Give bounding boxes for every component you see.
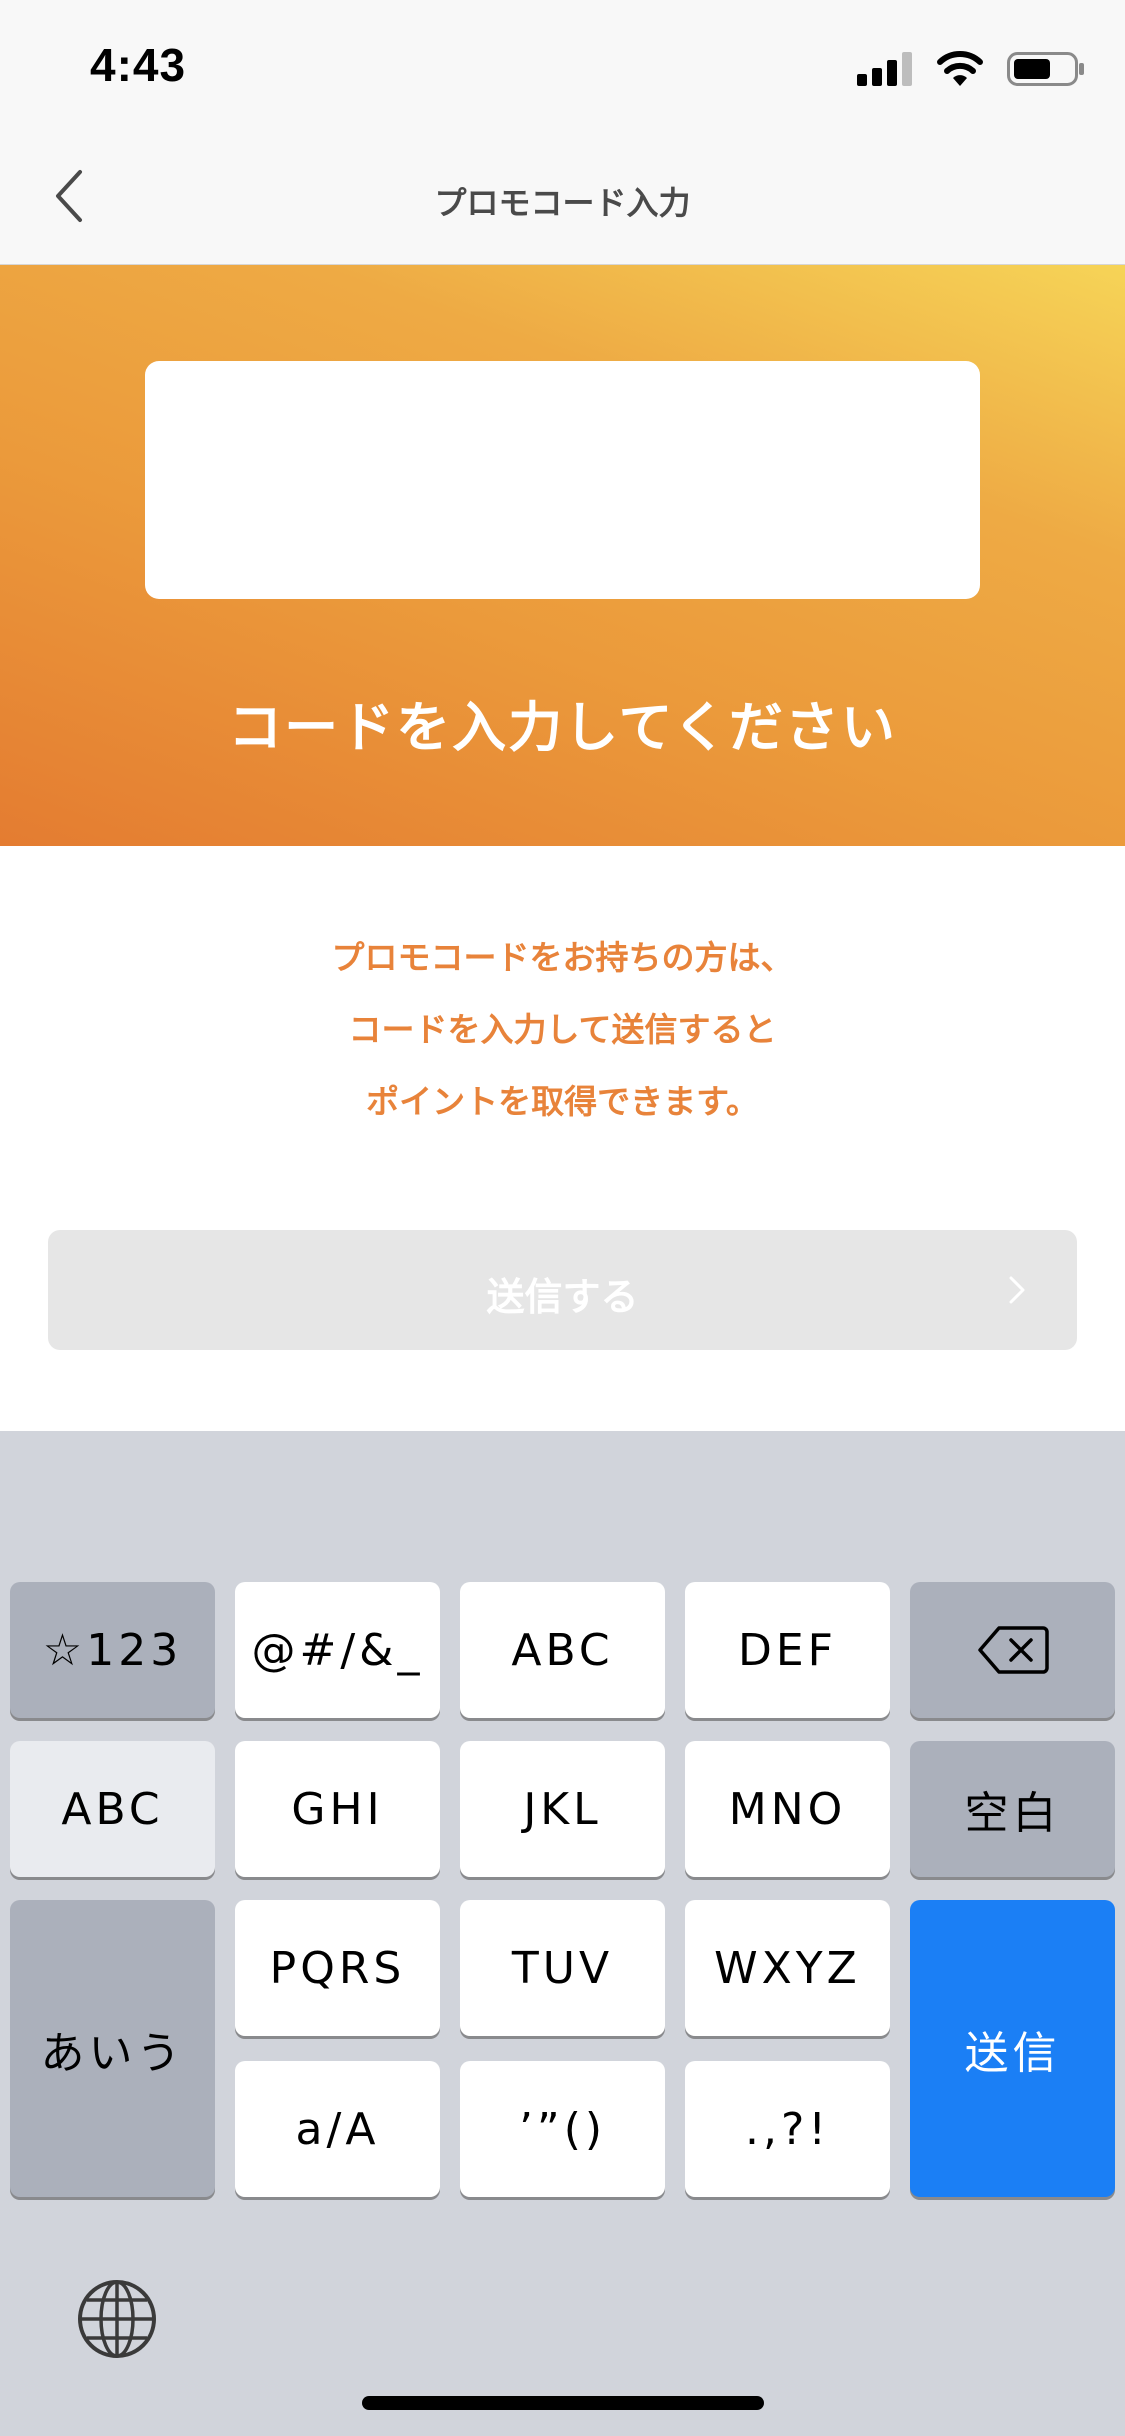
battery-icon (1007, 52, 1084, 86)
send-key[interactable]: 送信 (910, 1900, 1115, 2197)
key-mno[interactable]: MNO (685, 1741, 890, 1877)
submit-button[interactable]: 送信する (48, 1230, 1077, 1350)
key-abc[interactable]: ABC (460, 1582, 665, 1718)
delete-key[interactable] (910, 1582, 1115, 1718)
key-punctuation[interactable]: .,?! (685, 2061, 890, 2197)
promo-code-input[interactable] (145, 361, 980, 599)
description-line: プロモコードをお持ちの方は、 (331, 938, 794, 977)
globe-icon[interactable] (74, 2276, 160, 2362)
japanese-keyboard: ☆123 @#/&_ ABC DEF ABC GHI JKL MNO 空白 あい… (0, 1431, 1125, 2436)
key-quotes-parens[interactable]: ’”() (460, 2061, 665, 2197)
status-bar: 4:43 (0, 0, 1125, 130)
key-tuv[interactable]: TUV (460, 1900, 665, 2036)
promo-description: プロモコードをお持ちの方は、 コードを入力して送信すると ポイントを取得できます… (0, 935, 1125, 1151)
promo-code-hero: コードを入力してください (0, 265, 1125, 846)
key-symbols[interactable]: @#/&_ (235, 1582, 440, 1718)
page-title: プロモコード入力 (434, 184, 691, 222)
delete-icon (977, 1626, 1049, 1674)
key-def[interactable]: DEF (685, 1582, 890, 1718)
cellular-signal-icon (857, 52, 913, 86)
key-kana-mode[interactable]: あいう (10, 1900, 215, 2197)
key-alphabet-mode[interactable]: ABC (10, 1741, 215, 1877)
key-ghi[interactable]: GHI (235, 1741, 440, 1877)
submit-button-label: 送信する (486, 1275, 639, 1319)
chevron-right-icon (1009, 1276, 1025, 1304)
hero-heading: コードを入力してください (228, 696, 897, 759)
home-indicator (362, 2396, 764, 2410)
key-pqrs[interactable]: PQRS (235, 1900, 440, 2036)
description-line: コードを入力して送信すると (348, 1010, 777, 1049)
key-wxyz[interactable]: WXYZ (685, 1900, 890, 2036)
space-key[interactable]: 空白 (910, 1741, 1115, 1877)
key-numbers-symbols[interactable]: ☆123 (10, 1582, 215, 1718)
description-line: ポイントを取得できます。 (366, 1082, 759, 1121)
status-time: 4:43 (90, 39, 187, 91)
key-jkl[interactable]: JKL (460, 1741, 665, 1877)
key-case-toggle[interactable]: a/A (235, 2061, 440, 2197)
navigation-bar: プロモコード入力 (0, 130, 1125, 265)
wifi-icon (937, 51, 983, 86)
